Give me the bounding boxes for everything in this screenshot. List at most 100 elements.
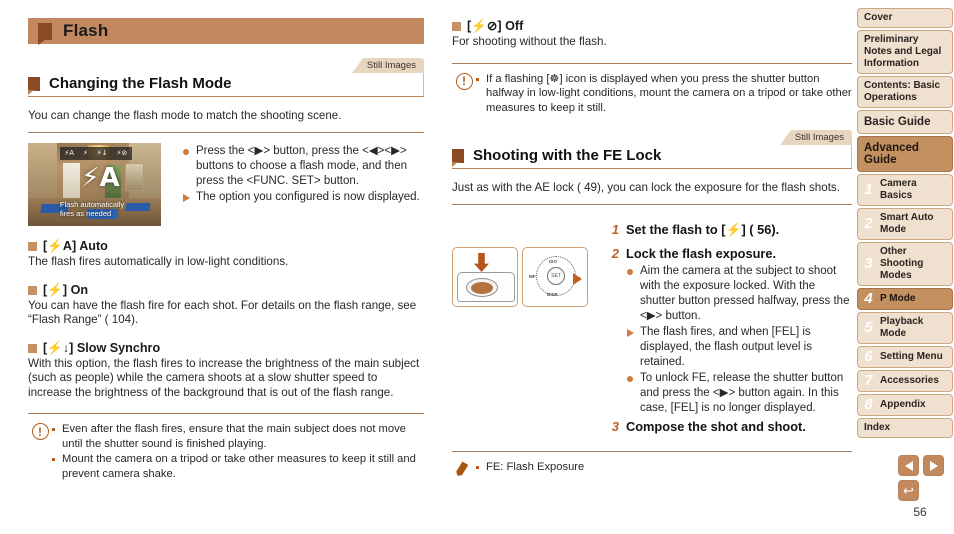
triangle-left-icon (904, 460, 913, 471)
marker-tail-icon (38, 40, 45, 45)
still-images-tag: Still Images (779, 130, 852, 145)
caution-box: ! Even after the flash fires, ensure tha… (28, 413, 424, 482)
previous-page-button[interactable] (898, 455, 919, 476)
sidebar-item-appendix[interactable]: 8 Appendix (857, 394, 953, 416)
caution-item: If a flashing [☸] icon is displayed when… (476, 72, 852, 116)
sidebar-item-index[interactable]: Index (857, 418, 953, 438)
sidebar-navigation: Cover Preliminary Notes and Legal Inform… (857, 8, 953, 438)
dial-label-mf: MF (529, 274, 536, 279)
page-title-bar: Flash (28, 18, 424, 45)
sidebar-item-camera-basics[interactable]: 1 Camera Basics (857, 174, 953, 206)
chapter-number: 7 (864, 372, 873, 389)
step-number: 2 (611, 246, 619, 261)
sidebar-item-smart-auto-mode[interactable]: 2 Smart Auto Mode (857, 208, 953, 240)
sidebar-item-label: Appendix (880, 399, 926, 410)
flash-slow-synchro-icon: ⚡↓ (96, 149, 108, 158)
page-navigation: ↩ (898, 455, 954, 501)
sidebar-item-setting-menu[interactable]: 6 Setting Menu (857, 346, 953, 368)
sidebar-item-label: Smart Auto Mode (880, 212, 934, 235)
section-changing-flash-mode: Still Images Changing the Flash Mode (28, 58, 424, 97)
mode-label: [⚡] On (43, 282, 89, 297)
section-intro: Just as with the AE lock ( 49), you can … (452, 181, 840, 194)
sidebar-item-label: Setting Menu (880, 351, 943, 362)
note-box: FE: Flash Exposure (452, 451, 852, 479)
chapter-number: 6 (864, 348, 873, 365)
lcd-caption-line2: fires as needed (59, 208, 112, 218)
flash-button-highlight-icon (573, 273, 582, 285)
section-header: Shooting with the FE Lock (452, 145, 852, 169)
step-3: 3 Compose the shot and shoot. (605, 419, 852, 435)
sidebar-item-cover[interactable]: Cover (857, 8, 953, 28)
mode-heading-slow-synchro: [⚡↓] Slow Synchro (28, 341, 424, 356)
sidebar-item-p-mode[interactable]: 4 P Mode (857, 288, 953, 310)
step-2-details: Aim the camera at the subject to shoot w… (626, 264, 852, 416)
return-arrow-icon: ↩ (903, 483, 914, 498)
sidebar-item-basic-guide[interactable]: Basic Guide (857, 110, 953, 134)
sidebar-item-label: Index (864, 422, 891, 433)
section-intro: You can change the flash mode to match t… (28, 109, 342, 122)
step-title: Set the flash to [⚡] ( 56). (626, 222, 780, 237)
sidebar-item-advanced-guide[interactable]: Advanced Guide (857, 136, 953, 172)
mode-label: [⚡A] Auto (43, 239, 108, 253)
procedure-row: SET ISO DISP. MF 1 Set the flash to [⚡] … (452, 214, 852, 435)
lcd-caption-line1: Flash automatically (59, 199, 125, 209)
step-bullet: To unlock FE, release the shutter button… (626, 371, 852, 416)
marker-tail-icon (28, 90, 34, 95)
mode-heading-auto: [⚡A] Auto (28, 239, 424, 254)
next-page-button[interactable] (923, 455, 944, 476)
mode-body: With this option, the flash fires to inc… (28, 356, 420, 399)
square-marker-icon (452, 148, 464, 163)
still-images-tag: Still Images (351, 58, 424, 73)
procedure-figures: SET ISO DISP. MF (452, 214, 591, 435)
chapter-number: 8 (864, 396, 873, 413)
sidebar-item-label: Other Shooting Modes (880, 246, 924, 281)
still-images-tab-row: Still Images (452, 130, 852, 145)
middle-column: [⚡⊘] Off For shooting without the flash.… (452, 18, 852, 479)
sidebar-item-label: Cover (864, 12, 893, 23)
square-bullet-icon (28, 343, 37, 353)
step-bullet: Press the <▶> button, press the <◀><▶> b… (182, 144, 424, 189)
lcd-caption: Flash automatically fires as needed (60, 200, 124, 218)
sidebar-item-label: Contents: Basic Operations (864, 80, 941, 103)
sidebar-item-label: Preliminary Notes and Legal Information (864, 34, 942, 69)
divider (28, 132, 424, 133)
sidebar-item-label: Accessories (880, 375, 939, 386)
sidebar-item-contents[interactable]: Contents: Basic Operations (857, 76, 953, 108)
mode-body: You can have the flash fire for each sho… (28, 298, 417, 327)
sidebar-item-label: P Mode (880, 293, 916, 304)
mode-label: [⚡⊘] Off (467, 19, 524, 33)
lcd-preview-image: ⚡A ⚡ ⚡↓ ⚡⊘ ⚡A Flash automatically fires … (28, 143, 161, 226)
page-number: 56 (913, 505, 927, 519)
sidebar-item-other-shooting-modes[interactable]: 3 Other Shooting Modes (857, 242, 953, 286)
chapter-number: 3 (864, 255, 873, 272)
sidebar-item-playback-mode[interactable]: 5 Playback Mode (857, 312, 953, 344)
caution-item: Even after the flash fires, ensure that … (52, 422, 424, 451)
chapter-number: 5 (864, 319, 873, 336)
step-1: 1 Set the flash to [⚡] ( 56). (605, 222, 852, 238)
triangle-right-icon (929, 460, 938, 471)
divider (452, 204, 852, 205)
sidebar-item-label: Camera Basics (880, 178, 917, 201)
square-bullet-icon (28, 285, 37, 295)
press-down-arrow-icon (474, 253, 489, 272)
still-images-tab-row: Still Images (28, 58, 424, 73)
left-column: Flash Still Images Changing the Flash Mo… (28, 18, 424, 482)
control-dial-illustration: SET ISO DISP. MF (522, 247, 588, 307)
back-button[interactable]: ↩ (898, 480, 919, 501)
chapter-number: 4 (864, 290, 873, 307)
sidebar-item-label: Basic Guide (864, 116, 931, 128)
dial-label-iso: ISO (549, 259, 557, 264)
note-item: FE: Flash Exposure (476, 460, 852, 475)
square-marker-icon (38, 22, 52, 40)
sidebar-item-accessories[interactable]: 7 Accessories (857, 370, 953, 392)
sidebar-item-label: Advanced Guide (864, 142, 919, 166)
flash-auto-icon: ⚡A (64, 149, 75, 158)
mode-heading-on: [⚡] On (28, 283, 424, 298)
flash-off-icon: ⚡⊘ (116, 149, 128, 158)
procedure-steps: 1 Set the flash to [⚡] ( 56). 2 Lock the… (605, 214, 852, 435)
caution-icon: ! (28, 422, 52, 482)
marker-tail-icon (452, 162, 458, 167)
step-result: The flash fires, and when [FEL] is displ… (626, 325, 852, 370)
section-fe-lock: Still Images Shooting with the FE Lock (452, 130, 852, 169)
sidebar-item-preliminary-notes[interactable]: Preliminary Notes and Legal Information (857, 30, 953, 74)
